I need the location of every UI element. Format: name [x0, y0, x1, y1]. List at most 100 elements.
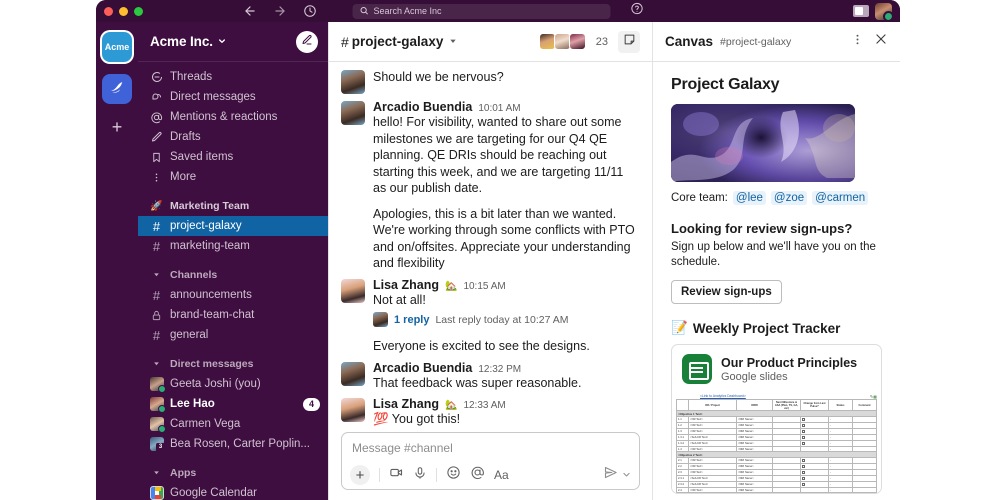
section-header-marketing-team[interactable]: 🚀 Marketing Team	[138, 196, 328, 216]
formatting-icon[interactable]: Aa	[494, 468, 509, 482]
compose-button[interactable]	[296, 30, 318, 53]
maximize-window-button[interactable]	[134, 6, 143, 16]
sidebar-item-label: Google Calendar	[170, 487, 257, 499]
avatar[interactable]	[341, 278, 365, 303]
thread-reply-count[interactable]: 1 reply	[394, 314, 429, 326]
message-composer[interactable]: Message #channel + Aa	[341, 432, 640, 490]
sidebar-item-marketing-team[interactable]: # marketing-team	[138, 236, 328, 256]
chevron-down-icon	[218, 37, 226, 47]
search-input[interactable]: Search Acme Inc	[352, 3, 611, 19]
thread-reply-link[interactable]: 1 reply Last reply today at 10:27 AM	[373, 308, 640, 329]
message-list[interactable]: Should we be nervous? Arcadio Buendia 10…	[329, 62, 652, 426]
sidebar-item-label: Bea Rosen, Carter Poplin...	[170, 438, 310, 450]
composer-send-group	[603, 465, 631, 485]
send-options-chevron-icon[interactable]	[622, 466, 631, 484]
video-icon[interactable]	[389, 465, 404, 485]
sidebar-scroll[interactable]: Threads Direct messages Mentions & react…	[138, 62, 328, 500]
workspace-tile-acme[interactable]: Acme	[102, 32, 132, 62]
sheet-link[interactable]: <Link to Analytics Dashboard>	[676, 394, 877, 398]
hash-icon: #	[152, 327, 161, 343]
sidebar-item-direct-messages[interactable]: Direct messages	[138, 87, 328, 107]
close-icon[interactable]	[874, 32, 888, 51]
attachment-header: Our Product Principles Google slides	[672, 345, 881, 391]
sheet-header-cell: Status	[828, 399, 853, 411]
message-author[interactable]: Arcadio Buendia	[373, 100, 472, 114]
sidebar-item-dm-carmen-vega[interactable]: Carmen Vega	[138, 414, 328, 434]
workspace-tile-label: Acme	[104, 42, 130, 52]
page-margin-right	[900, 0, 1000, 500]
canvas-title: Canvas	[665, 34, 714, 49]
channel-header-actions: 23	[538, 30, 640, 53]
sidebar-item-threads[interactable]: Threads	[138, 67, 328, 87]
mention-lee[interactable]: @lee	[732, 191, 766, 205]
sidebar-item-announcements[interactable]: # announcements	[138, 285, 328, 305]
sidebar-item-mentions[interactable]: Mentions & reactions	[138, 107, 328, 127]
canvas-content[interactable]: Project Galaxy Core team: @lee @zoe @car…	[653, 62, 900, 500]
message-input[interactable]: Message #channel	[350, 440, 631, 465]
section-header-direct-messages[interactable]: Direct messages	[138, 354, 328, 374]
more-vertical-icon[interactable]	[851, 33, 864, 51]
attachment-card[interactable]: Our Product Principles Google slides ✎▦ …	[671, 344, 882, 494]
review-signups-button[interactable]: Review sign-ups	[671, 280, 782, 304]
arrow-right-icon[interactable]	[273, 4, 287, 18]
avatar[interactable]	[341, 70, 365, 94]
message-author[interactable]: Arcadio Buendia	[373, 361, 472, 375]
sheet-cell: 2.4	[676, 487, 689, 493]
message-timestamp: 10:01 AM	[478, 103, 521, 114]
avatar[interactable]	[341, 398, 365, 422]
sidebar-item-more[interactable]: More	[138, 167, 328, 187]
sidebar-item-saved-items[interactable]: Saved items	[138, 147, 328, 167]
sidebar-item-general[interactable]: # general	[138, 325, 328, 345]
mention-icon[interactable]	[470, 465, 485, 485]
question-circle-icon[interactable]	[631, 2, 644, 20]
section-header-apps[interactable]: Apps	[138, 463, 328, 483]
sidebar-item-dm-lee-hao[interactable]: Lee Hao 4	[138, 394, 328, 414]
arrow-left-icon[interactable]	[243, 4, 257, 18]
hash-icon: #	[341, 33, 349, 50]
sidebar-item-dm-geeta-joshi[interactable]: Geeta Joshi (you)	[138, 374, 328, 394]
message-author[interactable]: Lisa Zhang	[373, 397, 439, 411]
sidebar-item-google-calendar[interactable]: Google Calendar	[138, 483, 328, 500]
workspace-header[interactable]: Acme Inc.	[138, 22, 328, 62]
avatar	[149, 377, 166, 393]
send-icon[interactable]	[603, 465, 618, 485]
at-icon	[150, 111, 163, 124]
avatar[interactable]	[341, 101, 365, 125]
member-facepile[interactable]	[538, 33, 586, 50]
emoji-icon[interactable]	[446, 465, 461, 485]
microphone-icon[interactable]	[413, 466, 427, 485]
add-workspace-button[interactable]: +	[112, 118, 123, 136]
message-text: Should we be nervous?	[373, 70, 504, 84]
section-header-channels[interactable]: Channels	[138, 265, 328, 285]
attach-plus-button[interactable]: +	[350, 465, 370, 485]
close-window-button[interactable]	[104, 6, 113, 16]
mention-carmen[interactable]: @carmen	[812, 191, 869, 205]
mention-zoe[interactable]: @zoe	[770, 191, 808, 205]
pencil-icon	[150, 131, 163, 143]
window-body: Acme + Acme Inc. Threads Direct messages…	[96, 22, 900, 500]
minimize-window-button[interactable]	[119, 6, 128, 16]
workspace-tile-secondary[interactable]	[102, 74, 132, 104]
divider	[379, 468, 380, 482]
message-author[interactable]: Lisa Zhang	[373, 278, 439, 292]
sidebar-item-project-galaxy[interactable]: # project-galaxy	[138, 216, 328, 236]
workspace-rail: Acme +	[96, 22, 138, 500]
message-text: Not at all!	[373, 292, 426, 307]
sidebar-item-drafts[interactable]: Drafts	[138, 127, 328, 147]
core-team-label: Core team:	[671, 192, 728, 204]
clock-icon[interactable]	[303, 4, 317, 18]
sidebar-item-dm-group[interactable]: Bea Rosen, Carter Poplin...	[138, 434, 328, 454]
sheet-header-cell: OR / Project	[688, 399, 737, 411]
sidebar-item-label: Mentions & reactions	[170, 111, 278, 123]
threads-icon	[150, 71, 163, 83]
avatar[interactable]	[341, 361, 365, 386]
open-canvas-button[interactable]	[618, 30, 640, 53]
sidebar-item-label: More	[170, 171, 197, 183]
avatar[interactable]	[875, 2, 892, 20]
huddle-card-icon[interactable]	[853, 5, 869, 17]
sheet-table: OR / Project DRRI Next Milestone & ASA (…	[676, 399, 877, 493]
divider	[436, 468, 437, 482]
compose-pencil-icon	[301, 33, 313, 51]
sidebar-item-brand-team-chat[interactable]: brand-team-chat	[138, 305, 328, 325]
channel-title[interactable]: # project-galaxy	[341, 34, 457, 50]
